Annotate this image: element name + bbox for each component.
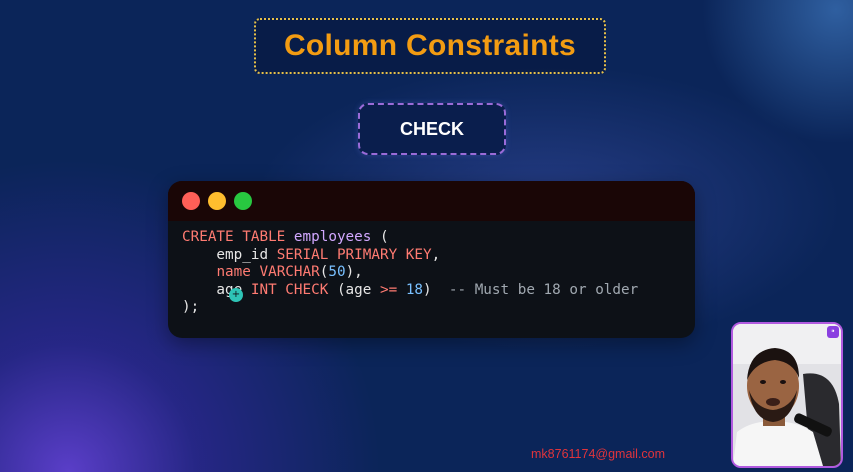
code-line: name VARCHAR(50), — [182, 264, 681, 282]
code-token: ( — [371, 229, 389, 245]
code-token: , — [431, 246, 441, 263]
code-token: emp_id — [182, 246, 277, 263]
maximize-dot[interactable] — [234, 192, 252, 210]
code-line: emp_id SERIAL PRIMARY KEY, — [182, 247, 681, 265]
code-token: -- Must be 18 or older — [448, 281, 639, 298]
minimize-dot[interactable] — [208, 192, 226, 210]
pin-icon[interactable]: ⁍ — [827, 326, 839, 338]
page-title: Column Constraints — [283, 29, 577, 62]
window-titlebar — [168, 181, 695, 221]
code-token: name — [216, 264, 251, 281]
code-token: INT CHECK — [250, 281, 329, 298]
code-line: ); — [182, 299, 681, 317]
code-token: 50 — [328, 264, 346, 281]
code-token: ), — [345, 264, 363, 281]
code-token: CREATE TABLE — [182, 229, 294, 245]
code-window: CREATE TABLE employees ( emp_id SERIAL P… — [168, 181, 695, 338]
code-token: employees — [293, 229, 372, 245]
code-line: CREATE TABLE employees ( — [182, 229, 681, 247]
code-token: SERIAL PRIMARY KEY — [276, 246, 432, 263]
close-dot[interactable] — [182, 192, 200, 210]
code-token: 18 — [405, 281, 424, 298]
code-line: age INT CHECK (age >= 18) -- Must be 18 … — [182, 282, 681, 300]
code-token: >= — [380, 281, 398, 298]
code-token: ) — [423, 281, 449, 298]
check-button[interactable]: CHECK — [358, 103, 506, 155]
title-box: Column Constraints — [254, 18, 606, 74]
code-token: VARCHAR — [259, 264, 320, 281]
code-token: (age — [328, 281, 380, 298]
webcam-overlay: ⁍ — [731, 322, 843, 468]
code-block: CREATE TABLE employees ( emp_id SERIAL P… — [168, 221, 695, 325]
email-text: mk8761174@gmail.com — [531, 447, 666, 461]
code-token: ); — [182, 299, 200, 316]
presenter-image — [733, 324, 841, 466]
plus-icon: + — [229, 288, 243, 302]
